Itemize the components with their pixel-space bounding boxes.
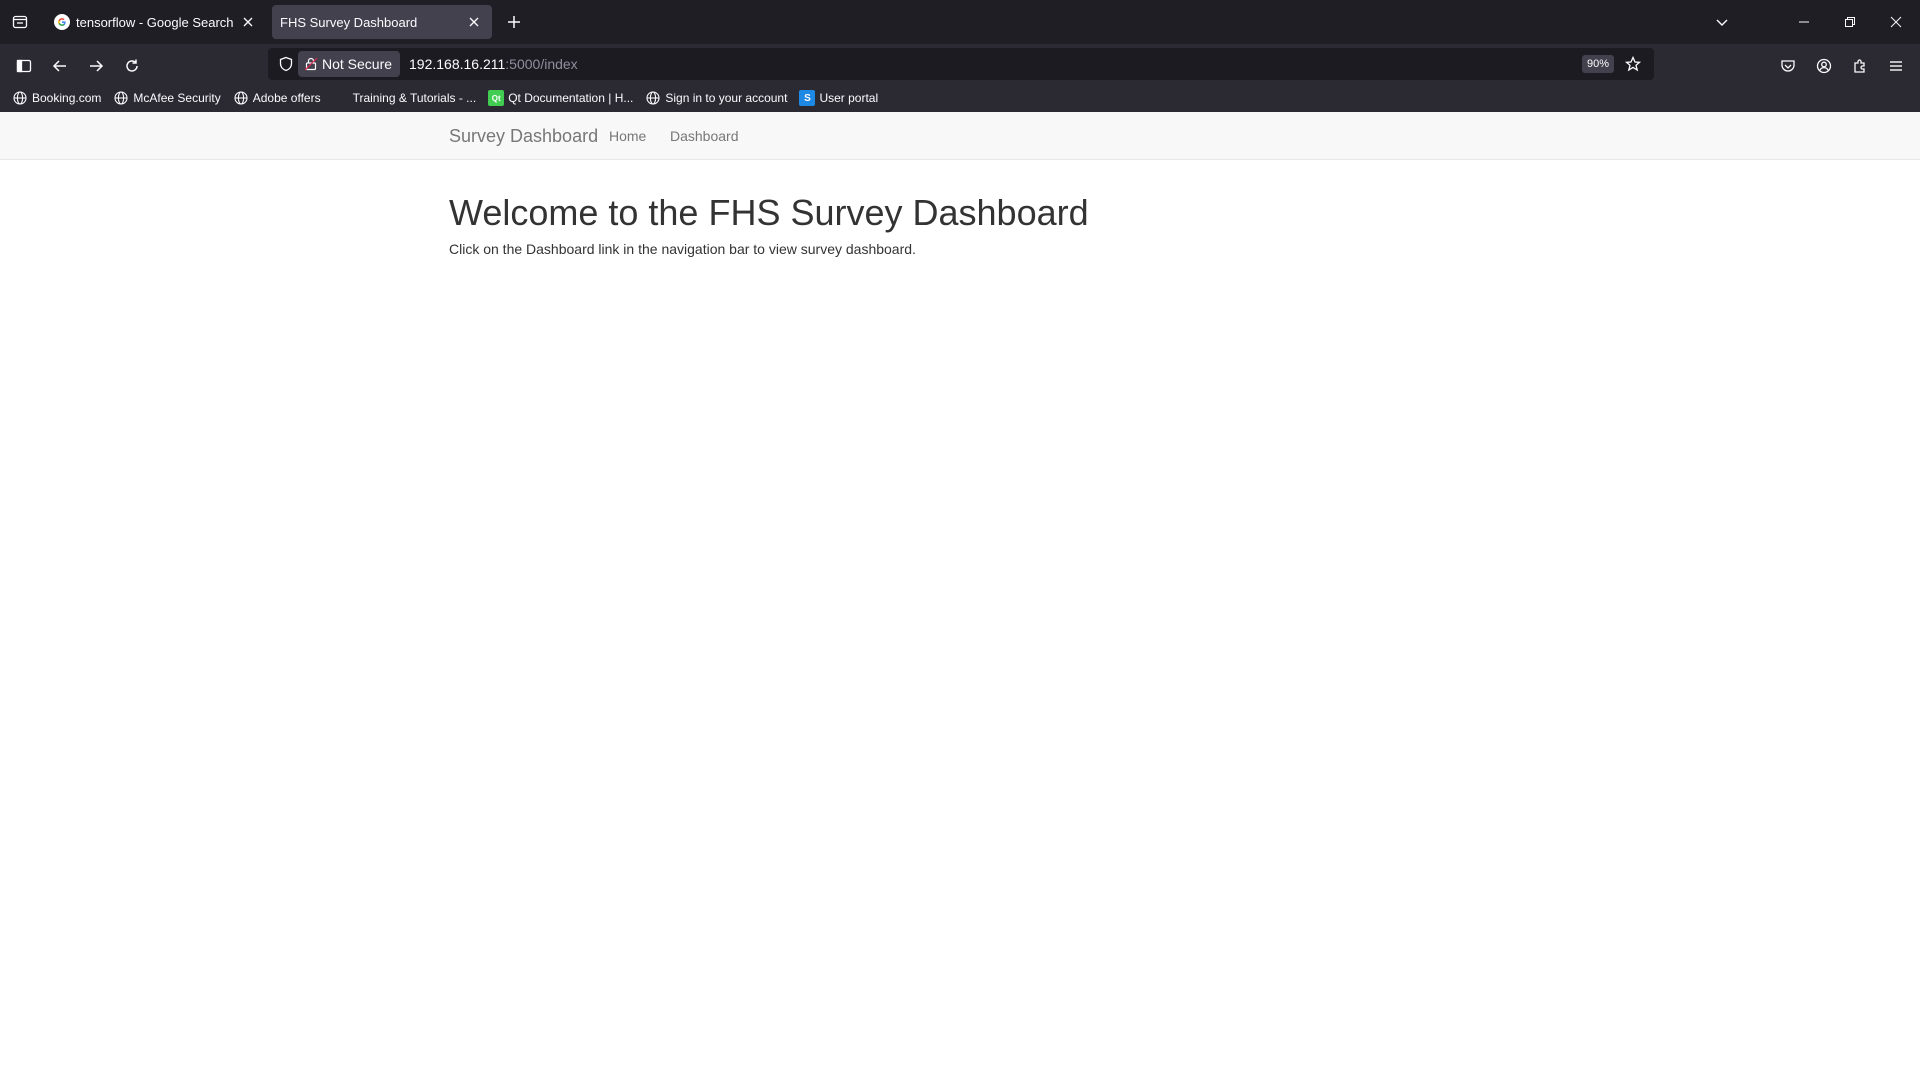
bookmark-booking[interactable]: Booking.com [12, 87, 101, 109]
page-content: Survey Dashboard Home Dashboard Welcome … [0, 112, 1920, 1080]
tab-strip: tensorflow - Google Search FHS Survey Da… [0, 0, 1920, 44]
firefox-view-icon[interactable] [8, 10, 32, 34]
bookmark-sign-in[interactable]: Sign in to your account [645, 87, 787, 109]
list-all-tabs-icon[interactable] [1708, 8, 1736, 36]
bookmark-user-portal[interactable]: S User portal [799, 87, 878, 109]
url-host: 192.168.16.211 [409, 56, 506, 72]
bookmark-label: User portal [819, 91, 879, 105]
url-bar[interactable]: Not Secure 192.168.16.211:5000/index 90% [268, 48, 1654, 80]
google-icon [54, 14, 70, 30]
pocket-icon[interactable] [1774, 52, 1802, 80]
forward-icon[interactable] [82, 52, 110, 80]
back-icon[interactable] [46, 52, 74, 80]
s-icon: S [799, 90, 816, 106]
bookmark-label: Qt Documentation | H... [508, 91, 634, 105]
bookmark-training[interactable]: Training & Tutorials - ... [333, 87, 477, 109]
bookmark-label: Booking.com [32, 91, 102, 105]
account-icon[interactable] [1810, 52, 1838, 80]
globe-icon [233, 90, 249, 106]
bookmark-qt-documentation[interactable]: Qt Qt Documentation | H... [488, 87, 633, 109]
close-tab-icon[interactable] [462, 10, 486, 34]
extensions-icon[interactable] [1846, 52, 1874, 80]
bookmark-label: Adobe offers [252, 91, 321, 105]
not-secure-label: Not Secure [322, 56, 393, 72]
menu-icon[interactable] [1882, 52, 1910, 80]
minimize-icon[interactable] [1790, 8, 1818, 36]
blank-favicon-icon [333, 90, 349, 106]
tab-title: tensorflow - Google Search [76, 14, 234, 30]
bookmarks-toolbar: Booking.com McAfee Security Adobe offers… [0, 84, 1920, 112]
tracking-protection-icon[interactable] [274, 52, 298, 76]
site-navbar: Survey Dashboard Home Dashboard [0, 112, 1920, 160]
qt-icon: Qt [488, 90, 505, 106]
bookmark-label: McAfee Security [133, 91, 221, 105]
sidebar-icon[interactable] [10, 52, 38, 80]
globe-icon [113, 90, 129, 106]
not-secure-badge[interactable]: Not Secure [298, 51, 401, 77]
tab-title: FHS Survey Dashboard [280, 14, 418, 30]
globe-icon [645, 90, 661, 106]
bookmark-label: Training & Tutorials - ... [352, 91, 477, 105]
bookmark-label: Sign in to your account [665, 91, 788, 105]
zoom-level-badge[interactable]: 90% [1582, 55, 1615, 73]
bookmark-star-icon[interactable] [1621, 52, 1645, 76]
restore-icon[interactable] [1836, 8, 1864, 36]
nav-link-home[interactable]: Home [609, 128, 646, 144]
navigation-toolbar: Not Secure 192.168.16.211:5000/index 90% [0, 44, 1920, 84]
navbar-brand[interactable]: Survey Dashboard [449, 126, 598, 147]
bookmark-adobe[interactable]: Adobe offers [233, 87, 321, 109]
close-tab-icon[interactable] [236, 10, 260, 34]
close-window-icon[interactable] [1882, 8, 1910, 36]
url-path: :5000/index [505, 56, 578, 72]
url-text[interactable]: 192.168.16.211:5000/index [409, 56, 578, 72]
nav-link-dashboard[interactable]: Dashboard [670, 128, 739, 144]
page-title: Welcome to the FHS Survey Dashboard [449, 192, 1089, 233]
tab-fhs-survey-dashboard[interactable]: FHS Survey Dashboard [272, 5, 492, 39]
intro-text: Click on the Dashboard link in the navig… [449, 241, 916, 257]
tab-google-search[interactable]: tensorflow - Google Search [44, 5, 266, 39]
bookmark-mcafee[interactable]: McAfee Security [113, 87, 221, 109]
lock-insecure-icon [304, 57, 318, 71]
new-tab-icon[interactable] [502, 10, 526, 34]
globe-icon [12, 90, 28, 106]
reload-icon[interactable] [118, 52, 146, 80]
